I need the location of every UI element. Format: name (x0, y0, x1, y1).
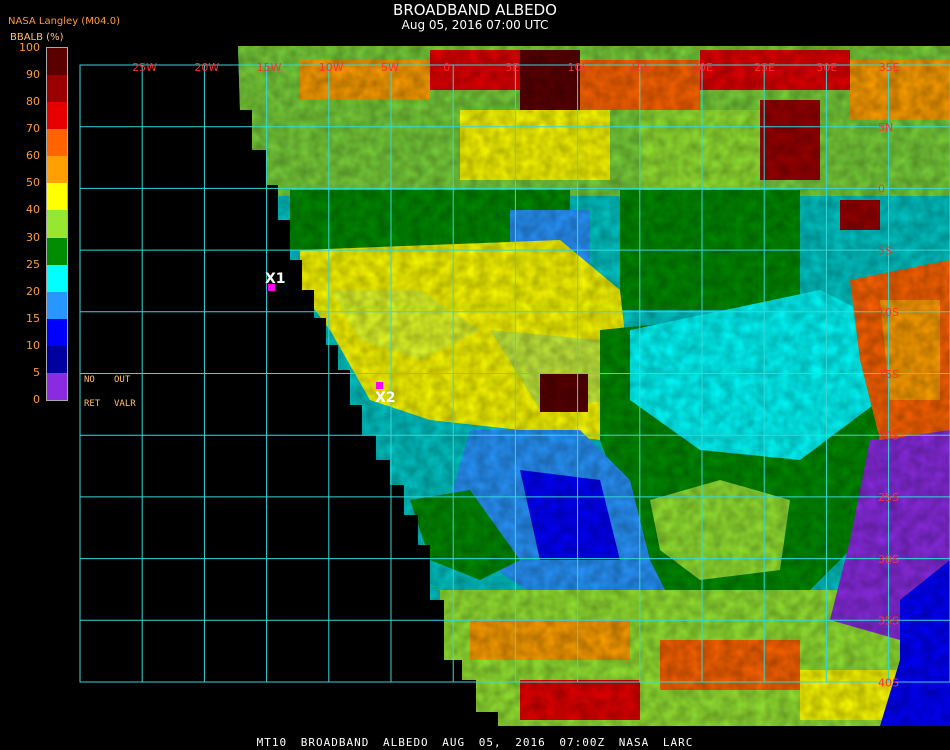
latitude-label: 0 (878, 183, 885, 196)
latitude-label: 5S (878, 244, 892, 257)
footer-caption: MT10 BROADBAND ALBEDO AUG 05, 2016 07:00… (256, 736, 694, 749)
colorbar-tick-label: 10 (26, 338, 40, 352)
colorbar-tick-label: 60 (26, 149, 40, 163)
longitude-label: 0 (443, 61, 450, 74)
longitude-label: 35E (879, 61, 900, 74)
latitude-label: 30S (878, 553, 899, 566)
latitude-label: 10S (878, 306, 899, 319)
colorbar-segment (47, 264, 67, 293)
colorbar-segment (47, 210, 67, 239)
colorbar-tick-label: 50 (26, 176, 40, 190)
marker-x1-label: X1 (265, 271, 286, 287)
colorbar-tick-label: 25 (26, 257, 40, 271)
colorbar-tick-label: 5 (33, 365, 40, 379)
colorbar-segment (47, 372, 67, 401)
colorbar-segment (47, 75, 67, 103)
latitude-label: 40S (878, 676, 899, 689)
legend-out: OUT (114, 375, 131, 385)
marker-x2-dot (376, 382, 383, 389)
longitude-label: 15W (257, 61, 282, 74)
colorbar-tick-label: 80 (26, 95, 40, 109)
longitude-label: 10W (319, 61, 344, 74)
colorbar (46, 47, 68, 401)
colorbar-segment (47, 48, 67, 76)
latitude-label: 35S (878, 615, 899, 628)
colorbar-tick-label: 100 (19, 41, 40, 54)
longitude-label: 5W (381, 61, 399, 74)
map-title: BROADBAND ALBEDO (393, 1, 557, 19)
colorbar-tick-label: 70 (26, 122, 40, 136)
colorbar-tick-label: 40 (26, 203, 40, 217)
marker-x1[interactable]: X1 (265, 271, 286, 291)
colorbar-segment (47, 291, 67, 320)
longitude-label: 15E (630, 61, 651, 74)
latitude-label: 5N (878, 121, 893, 134)
colorbar-segment (47, 102, 67, 130)
latitude-label: 15S (878, 368, 899, 381)
map-timestamp: Aug 05, 2016 07:00 UTC (401, 18, 549, 32)
longitude-label: 20E (692, 61, 713, 74)
latitude-label: 25S (878, 491, 899, 504)
colorbar-tick-label: 30 (26, 230, 40, 244)
satellite-swath (238, 46, 950, 726)
colorbar-tick-label: 0 (33, 393, 40, 406)
colorbar-segment (47, 156, 67, 184)
colorbar-tick-label: 90 (26, 68, 40, 82)
colorbar-segment (47, 129, 67, 157)
longitude-label: 30E (816, 61, 837, 74)
colorbar-segment (47, 237, 67, 266)
agency-label: NASA Langley (M04.0) (8, 16, 120, 27)
longitude-label: 10E (568, 61, 589, 74)
longitude-label: 20W (194, 61, 219, 74)
colorbar-segment (47, 318, 67, 347)
longitude-label: 25W (132, 61, 157, 74)
colorbar-tick-label: 20 (26, 284, 40, 298)
albedo-map: 25W 20W 15W 10W 5W 0 5E 10E 15E 20E 25E 30E 35E 5N 0 5S… (79, 46, 950, 726)
colorbar-tick-label: 15 (26, 311, 40, 325)
longitude-label: 25E (754, 61, 775, 74)
legend-ret: RET (84, 399, 101, 409)
colorbar-segment (47, 345, 67, 374)
colorbar-segment (47, 183, 67, 211)
legend-valr: VALR (114, 399, 136, 409)
legend-no: NO (84, 375, 95, 385)
longitude-label: 5E (505, 61, 519, 74)
marker-x2-label: X2 (375, 390, 396, 406)
latitude-label: 20S (878, 430, 899, 443)
